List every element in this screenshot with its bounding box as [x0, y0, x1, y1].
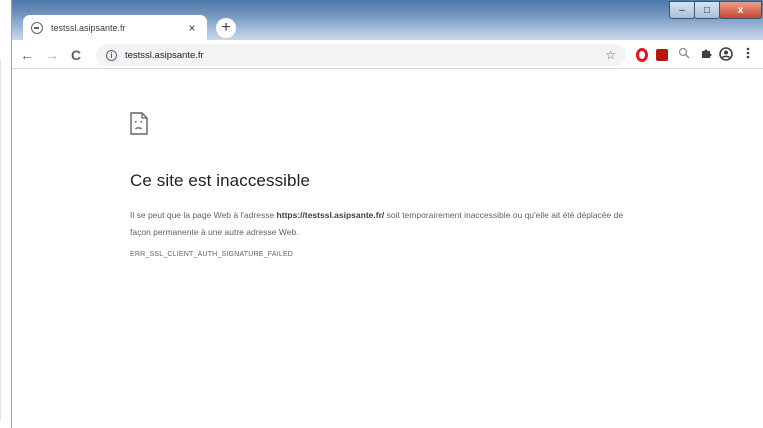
window-shadow-edge [0, 60, 4, 420]
puzzle-icon[interactable] [698, 47, 714, 63]
pdf-icon[interactable] [656, 49, 672, 65]
new-tab-button[interactable]: + [216, 18, 236, 38]
window-controls: – □ x [669, 1, 762, 20]
account-icon[interactable] [718, 47, 734, 63]
error-code: ERR_SSL_CLIENT_AUTH_SIGNATURE_FAILED [130, 251, 294, 258]
back-button[interactable]: ← [18, 46, 36, 64]
error-url: https://testssl.asipsante.fr/ [276, 210, 385, 220]
tab-title: testssl.asipsante.fr [51, 23, 126, 33]
error-description-prefix: Il se peut que la page Web à l'adresse [130, 210, 277, 220]
reload-button[interactable]: C [67, 46, 85, 64]
close-window-button[interactable]: x [719, 1, 762, 19]
menu-icon[interactable] [740, 47, 756, 63]
opera-icon[interactable] [636, 48, 652, 64]
minimize-button[interactable]: – [669, 1, 695, 19]
forward-button[interactable]: → [43, 46, 61, 64]
globe-icon [31, 22, 43, 34]
error-heading: Ce site est inaccessible [130, 171, 311, 190]
tab-close-button[interactable]: × [185, 21, 199, 35]
browser-tab[interactable]: testssl.asipsante.fr × [23, 15, 207, 41]
maximize-button[interactable]: □ [694, 1, 720, 19]
error-page: Ce site est inaccessible Il se peut que … [130, 112, 630, 258]
bookmark-star-icon[interactable]: ☆ [605, 48, 616, 62]
browser-toolbar: ← → C i testssl.asipsante.fr ☆ [12, 41, 763, 69]
error-description: Il se peut que la page Web à l'adresse h… [130, 207, 630, 241]
title-bar[interactable]: – □ x testssl.asipsante.fr × + [12, 0, 763, 41]
sad-document-icon [130, 112, 148, 135]
address-bar[interactable]: i testssl.asipsante.fr ☆ [96, 44, 626, 66]
info-icon[interactable]: i [106, 49, 117, 61]
zoom-icon[interactable] [676, 47, 692, 63]
url-text[interactable]: testssl.asipsante.fr [125, 50, 605, 61]
